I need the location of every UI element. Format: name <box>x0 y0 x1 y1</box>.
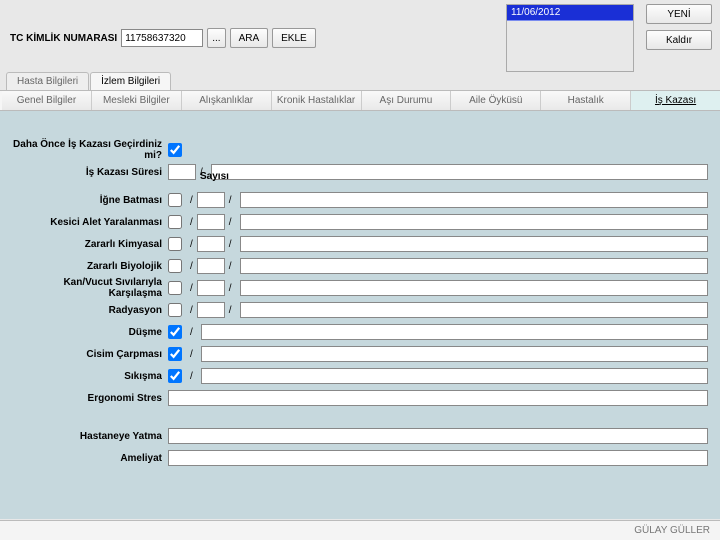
chk-biyolojik[interactable] <box>168 259 182 273</box>
tab-genel[interactable]: Genel Bilgiler <box>2 91 92 110</box>
primary-tabs: Hasta Bilgileri İzlem Bilgileri <box>0 72 720 90</box>
cisim-desc[interactable] <box>201 346 708 362</box>
tab-kronik[interactable]: Kronik Hastalıklar <box>272 91 362 110</box>
kaldir-button[interactable]: Kaldır <box>646 30 712 50</box>
label-kimyasal: Zararlı Kimyasal <box>12 239 168 250</box>
label-sikisma: Sıkışma <box>12 371 168 382</box>
kesici-n[interactable] <box>197 214 225 230</box>
label-ameliyat: Ameliyat <box>12 453 168 464</box>
label-radyasyon: Radyasyon <box>12 305 168 316</box>
biyolojik-n[interactable] <box>197 258 225 274</box>
chk-kimyasal[interactable] <box>168 237 182 251</box>
chk-sikisma[interactable] <box>168 369 182 383</box>
chk-daha-once[interactable] <box>168 143 182 157</box>
radyasyon-n[interactable] <box>197 302 225 318</box>
header-area: TC KİMLİK NUMARASI ... ARA EKLE 11/06/20… <box>0 0 720 72</box>
igne-desc[interactable] <box>240 192 708 208</box>
tab-hasta-bilgileri[interactable]: Hasta Bilgileri <box>6 72 89 90</box>
yeni-button[interactable]: YENİ <box>646 4 712 24</box>
tab-izlem-bilgileri[interactable]: İzlem Bilgileri <box>90 72 171 90</box>
kimyasal-desc[interactable] <box>240 236 708 252</box>
tc-label: TC KİMLİK NUMARASI <box>10 33 117 44</box>
ameliyat-input[interactable] <box>168 450 708 466</box>
label-igne: İğne Batması <box>12 195 168 206</box>
label-kesici: Kesici Alet Yaralanması <box>12 217 168 228</box>
radyasyon-desc[interactable] <box>240 302 708 318</box>
sayisi-header: Sayısı <box>200 171 229 182</box>
label-dusme: Düşme <box>12 327 168 338</box>
tab-asi[interactable]: Aşı Durumu <box>362 91 452 110</box>
chk-dusme[interactable] <box>168 325 182 339</box>
ergonomi-desc[interactable] <box>168 390 708 406</box>
secondary-tabs: Genel Bilgiler Mesleki Bilgiler Alışkanl… <box>0 90 720 111</box>
lookup-button[interactable]: ... <box>207 28 225 48</box>
label-ergonomi: Ergonomi Stres <box>12 393 168 404</box>
kan-n[interactable] <box>197 280 225 296</box>
sikisma-desc[interactable] <box>201 368 708 384</box>
record-list-item[interactable]: 11/06/2012 <box>507 5 633 21</box>
kan-desc[interactable] <box>240 280 708 296</box>
tab-iskazasi[interactable]: İş Kazası <box>631 91 720 110</box>
status-user: GÜLAY GÜLLER <box>634 525 710 536</box>
chk-radyasyon[interactable] <box>168 303 182 317</box>
chk-kesici[interactable] <box>168 215 182 229</box>
form-panel: Daha Önce İş Kazası Geçirdiniz mi? İş Ka… <box>0 111 720 519</box>
suresi-desc[interactable] <box>211 164 708 180</box>
biyolojik-desc[interactable] <box>240 258 708 274</box>
status-bar: GÜLAY GÜLLER <box>0 520 720 540</box>
chk-igne[interactable] <box>168 193 182 207</box>
kesici-desc[interactable] <box>240 214 708 230</box>
hastane-input[interactable] <box>168 428 708 444</box>
tab-aliskanlik[interactable]: Alışkanlıklar <box>182 91 272 110</box>
igne-n[interactable] <box>197 192 225 208</box>
label-suresi: İş Kazası Süresi <box>12 167 168 178</box>
tab-mesleki[interactable]: Mesleki Bilgiler <box>92 91 182 110</box>
kimyasal-n[interactable] <box>197 236 225 252</box>
tab-aile[interactable]: Aile Öyküsü <box>451 91 541 110</box>
tc-input[interactable] <box>121 29 203 47</box>
chk-cisim[interactable] <box>168 347 182 361</box>
chk-kan[interactable] <box>168 281 182 295</box>
suresi-1[interactable] <box>168 164 196 180</box>
label-biyolojik: Zararlı Biyolojik <box>12 261 168 272</box>
ekle-button[interactable]: EKLE <box>272 28 316 48</box>
label-kan: Kan/Vucut Sıvılarıyla Karşılaşma <box>12 277 168 299</box>
ara-button[interactable]: ARA <box>230 28 269 48</box>
label-hastane: Hastaneye Yatma <box>12 431 168 442</box>
dusme-desc[interactable] <box>201 324 708 340</box>
tab-hastalik[interactable]: Hastalık <box>541 91 631 110</box>
label-daha-once: Daha Önce İş Kazası Geçirdiniz mi? <box>12 139 168 161</box>
label-cisim: Cisim Çarpması <box>12 349 168 360</box>
record-list[interactable]: 11/06/2012 <box>506 4 634 72</box>
